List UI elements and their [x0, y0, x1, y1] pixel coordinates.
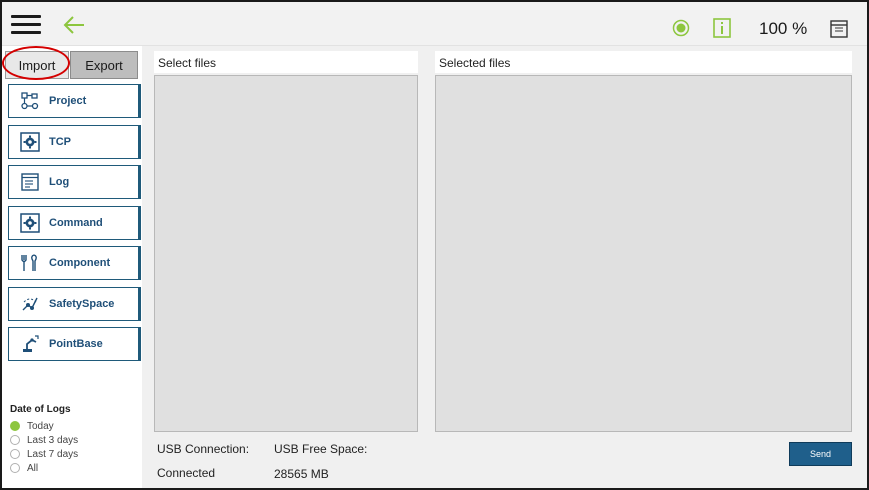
- nav-project-button[interactable]: Project: [8, 84, 141, 118]
- nav-log-button[interactable]: Log: [8, 165, 141, 199]
- top-bar: 100 %: [2, 2, 867, 46]
- nav-label-tcp: TCP: [49, 136, 71, 148]
- nav-pointbase-button[interactable]: PointBase: [8, 327, 141, 361]
- info-icon[interactable]: [713, 18, 731, 38]
- usb-free-space-label: USB Free Space:: [274, 442, 368, 456]
- radio-button[interactable]: [10, 435, 20, 445]
- back-arrow-icon[interactable]: [62, 14, 86, 36]
- nav-tcp-button[interactable]: TCP: [8, 125, 141, 159]
- send-button[interactable]: Send: [789, 442, 852, 466]
- radio-last-3-days[interactable]: Last 3 days: [10, 433, 138, 447]
- radio-label: Last 7 days: [27, 448, 79, 460]
- nav-label-project: Project: [49, 95, 87, 107]
- nav-label-safetyspace: SafetySpace: [49, 298, 115, 310]
- project-icon: [15, 86, 45, 116]
- point-base-icon: [15, 329, 45, 359]
- nav-label-component: Component: [49, 257, 111, 269]
- hamburger-menu-icon[interactable]: [11, 12, 41, 36]
- zoom-level: 100 %: [759, 19, 808, 38]
- nav-label-log: Log: [49, 176, 70, 188]
- tab-export[interactable]: Export: [70, 51, 138, 79]
- select-files-header: Select files: [154, 51, 418, 73]
- usb-connection-label: USB Connection:: [157, 442, 250, 456]
- nav-component-button[interactable]: Component: [8, 246, 141, 280]
- select-files-list[interactable]: [154, 75, 418, 432]
- radio-button[interactable]: [10, 463, 20, 473]
- selected-files-header: Selected files: [435, 51, 852, 73]
- side-panel-icon[interactable]: [830, 20, 848, 38]
- component-icon: [15, 248, 45, 278]
- tcp-gear-icon: [15, 127, 45, 157]
- nav-command-button[interactable]: Command: [8, 206, 141, 240]
- radio-label: Last 3 days: [27, 434, 79, 446]
- log-icon: [15, 167, 45, 197]
- status-indicator-icon: [672, 19, 690, 37]
- date-of-logs-title: Date of Logs: [10, 404, 71, 415]
- radio-button[interactable]: [10, 449, 20, 459]
- safety-space-icon: [15, 289, 45, 319]
- nav-safetyspace-button[interactable]: SafetySpace: [8, 287, 141, 321]
- date-of-logs-group: Date of Logs Today Last 3 days Last 7 da…: [10, 404, 138, 475]
- radio-label: All: [27, 462, 39, 474]
- selected-files-list[interactable]: [435, 75, 852, 432]
- radio-today[interactable]: Today: [10, 419, 138, 433]
- sidebar: Import Export Project TCP Log Command Co…: [2, 46, 142, 488]
- radio-label: Today: [27, 420, 54, 432]
- tab-import[interactable]: Import: [5, 51, 69, 79]
- nav-label-pointbase: PointBase: [49, 338, 103, 350]
- command-gear-icon: [15, 208, 45, 238]
- radio-last-7-days[interactable]: Last 7 days: [10, 447, 138, 461]
- usb-free-space-value: 28565 MB: [274, 467, 329, 481]
- radio-all[interactable]: All: [10, 461, 138, 475]
- nav-label-command: Command: [49, 217, 103, 229]
- usb-connection-value: Connected: [157, 466, 216, 480]
- radio-button-selected[interactable]: [10, 421, 20, 431]
